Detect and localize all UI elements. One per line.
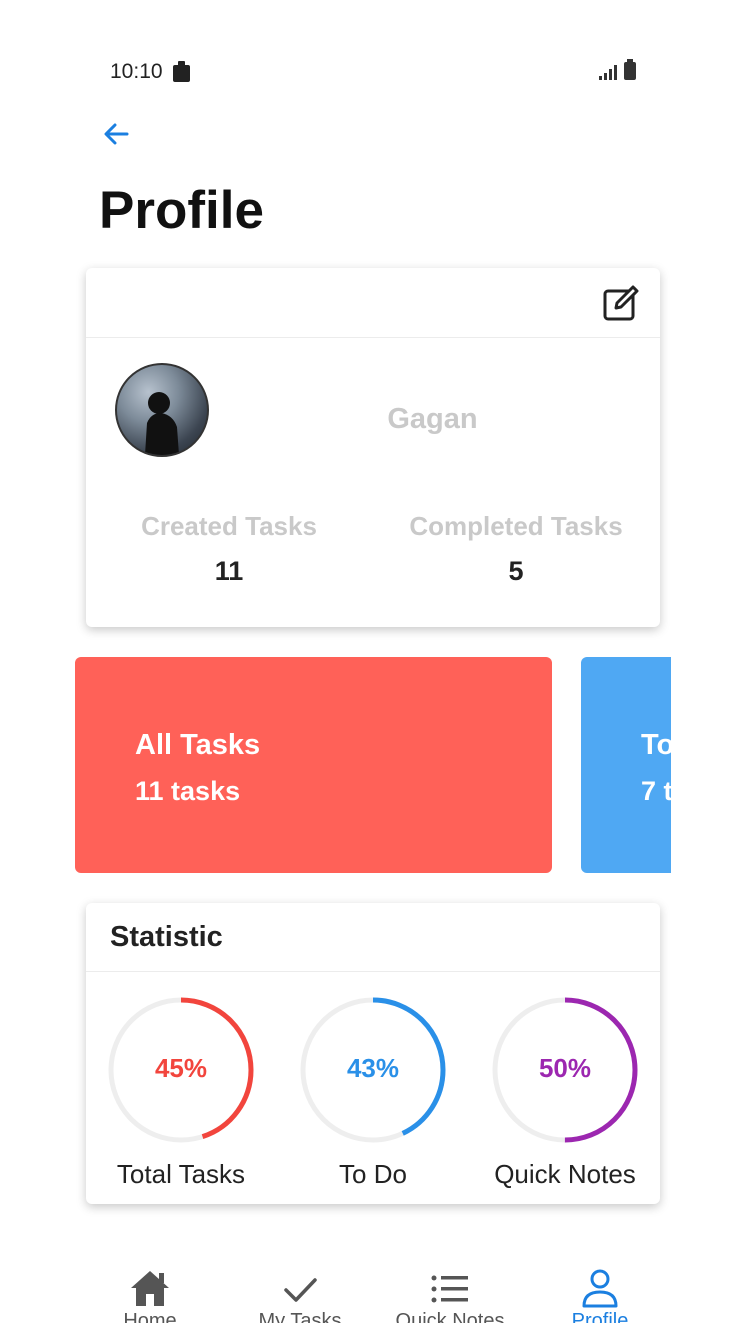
ring-percent: 45% bbox=[154, 1053, 208, 1083]
profile-card-header bbox=[86, 268, 660, 338]
stat-ring-quick-notes: 50% Quick Notes bbox=[470, 995, 660, 1190]
signal-icon bbox=[599, 65, 617, 80]
task-card-count: 7 t bbox=[641, 776, 671, 806]
nav-item-my-tasks[interactable]: My Tasks bbox=[225, 1260, 375, 1323]
nav-item-quick-notes[interactable]: Quick Notes bbox=[375, 1260, 525, 1323]
statistic-title: Statistic bbox=[110, 921, 223, 953]
avatar bbox=[115, 363, 209, 457]
nav-label: Quick Notes bbox=[395, 1310, 505, 1323]
battery-icon bbox=[624, 59, 636, 80]
check-icon bbox=[284, 1278, 317, 1302]
status-time: 10:10 bbox=[110, 60, 163, 83]
task-card-all-tasks[interactable]: All Tasks 11 tasks bbox=[75, 657, 552, 873]
ring-percent: 50% bbox=[538, 1053, 592, 1083]
ring-percent: 43% bbox=[346, 1053, 400, 1083]
task-card-todo[interactable]: To 7 t bbox=[581, 657, 671, 873]
stat-ring-total-tasks: 45% Total Tasks bbox=[86, 995, 276, 1190]
settings-notification-icon bbox=[173, 61, 190, 82]
task-card-title: All Tasks bbox=[135, 729, 261, 761]
ring-label: Quick Notes bbox=[494, 1159, 636, 1189]
user-name: Gagan bbox=[387, 403, 478, 435]
created-tasks-stat: Created Tasks 11 bbox=[99, 511, 359, 587]
stat-label: Created Tasks bbox=[141, 511, 317, 541]
person-icon bbox=[582, 1269, 618, 1308]
ring-label: To Do bbox=[339, 1159, 407, 1189]
ring-label: Total Tasks bbox=[116, 1159, 246, 1189]
task-card-title: To bbox=[641, 729, 671, 761]
profile-card: Gagan Created Tasks 11 Completed Tasks 5 bbox=[86, 268, 660, 627]
page-title: Profile bbox=[99, 181, 264, 240]
stat-label: Completed Tasks bbox=[409, 511, 623, 541]
statistic-header: Statistic bbox=[86, 903, 660, 972]
back-arrow-icon[interactable] bbox=[100, 118, 132, 150]
nav-label: Home bbox=[123, 1310, 177, 1323]
bottom-navigation: Home My Tasks Quick Notes Profile bbox=[75, 1260, 671, 1323]
nav-label: Profile bbox=[571, 1310, 629, 1323]
nav-item-profile[interactable]: Profile bbox=[525, 1260, 671, 1323]
edit-icon[interactable] bbox=[602, 284, 640, 322]
home-icon bbox=[131, 1271, 169, 1306]
nav-item-home[interactable]: Home bbox=[75, 1260, 225, 1323]
list-icon bbox=[431, 1275, 468, 1303]
avatar-silhouette-icon bbox=[145, 392, 179, 455]
task-card-count: 11 tasks bbox=[135, 776, 241, 806]
stat-value: 5 bbox=[508, 556, 524, 586]
completed-tasks-stat: Completed Tasks 5 bbox=[386, 511, 646, 587]
stat-value: 11 bbox=[214, 556, 244, 586]
app-screen: 10:10 Profile Gagan Created Tasks 11 Com… bbox=[75, 0, 671, 1323]
stat-ring-to-do: 43% To Do bbox=[278, 995, 468, 1190]
nav-label: My Tasks bbox=[258, 1310, 342, 1323]
statistic-card: Statistic 45% Total Tasks 43% To Do 50% bbox=[86, 903, 660, 1204]
